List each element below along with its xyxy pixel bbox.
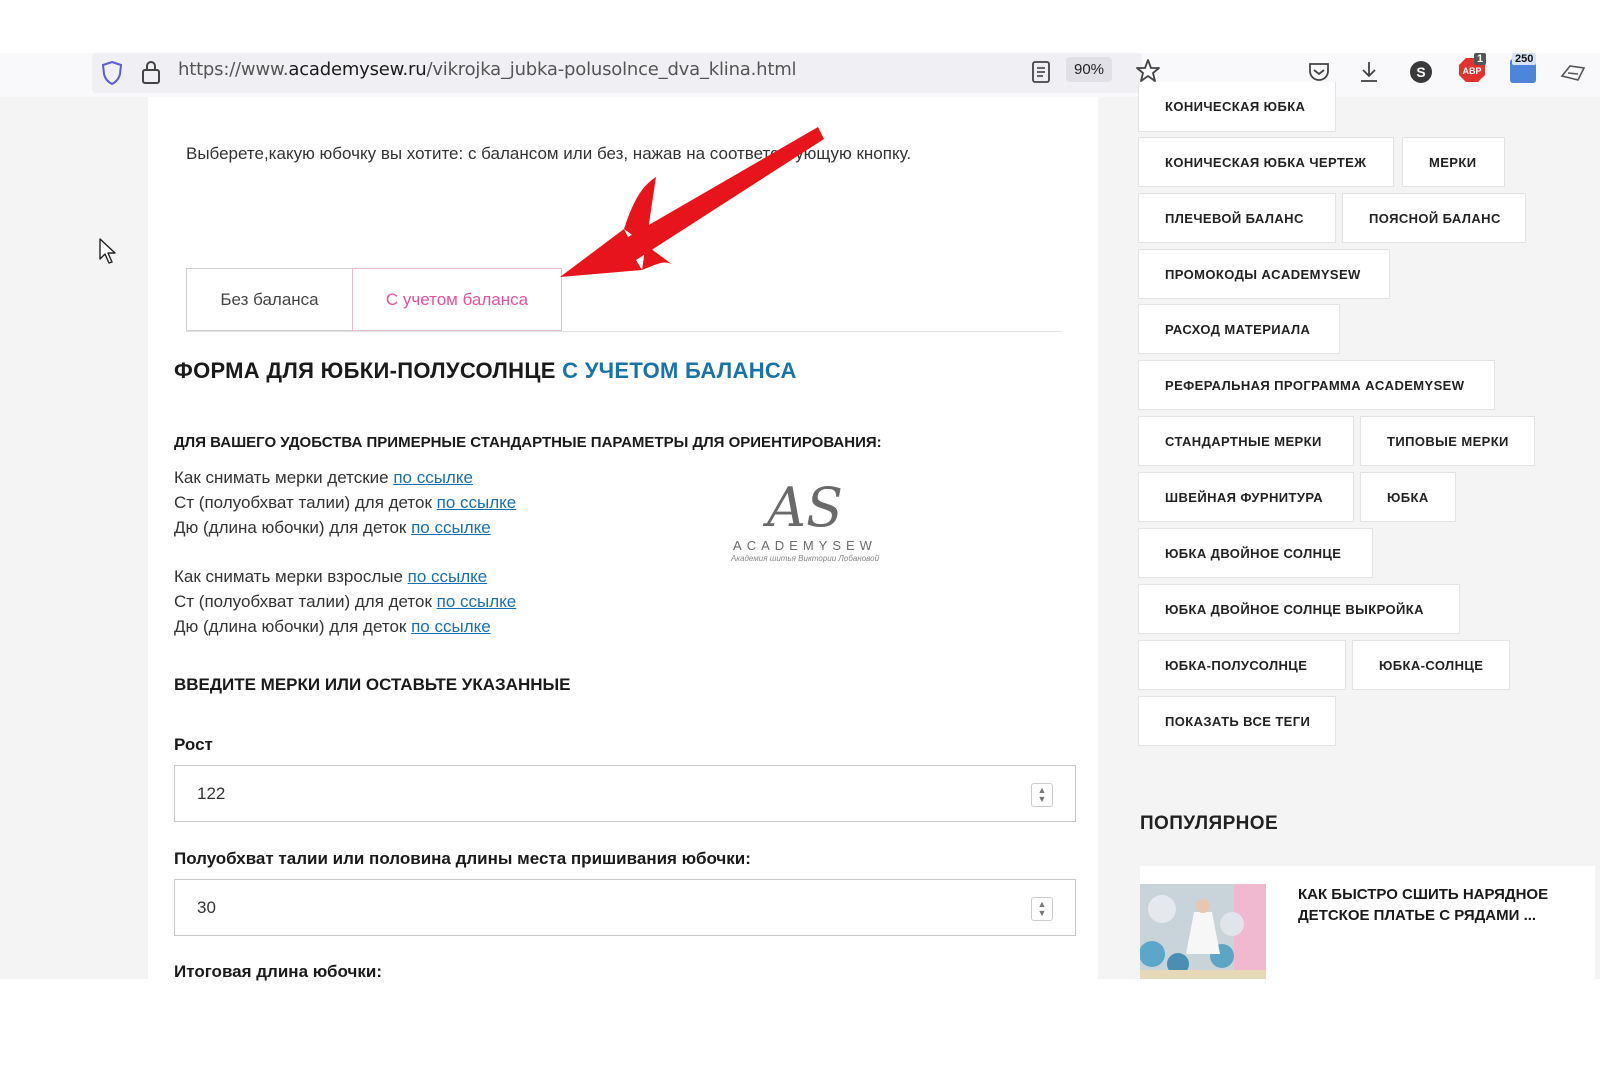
extension-counter-badge: 250 xyxy=(1512,53,1537,65)
waist-label: Полуобхват талии или половина длины мест… xyxy=(174,849,751,868)
s-extension-icon[interactable]: S xyxy=(1408,59,1434,90)
tabs-divider xyxy=(186,331,1061,332)
tag-typical-measurements[interactable]: ТИПОВЫЕ МЕРКИ xyxy=(1360,416,1535,466)
waist-value[interactable]: 30 xyxy=(197,898,216,918)
adult-measurements-block: Как снимать мерки взрослые по ссылке Ст … xyxy=(174,564,516,639)
tracking-protection-shield-icon[interactable] xyxy=(100,59,124,92)
tag-waist-balance[interactable]: ПОЯСНОЙ БАЛАНС xyxy=(1342,193,1526,243)
kids-measurements-block: Как снимать мерки детские по ссылке Ст (… xyxy=(174,465,516,540)
download-icon[interactable] xyxy=(1356,58,1382,91)
adult-waist-link[interactable]: по ссылке xyxy=(437,592,517,611)
mouse-cursor-icon xyxy=(99,238,116,264)
tag-material-consumption[interactable]: РАСХОД МАТЕРИАЛА xyxy=(1138,304,1340,354)
list-item: Ст (полуобхват талии) для деток по ссылк… xyxy=(174,592,517,611)
waist-stepper[interactable]: ▲ ▼ xyxy=(1031,897,1053,921)
tag-conical-skirt[interactable]: КОНИЧЕСКАЯ ЮБКА xyxy=(1138,82,1336,132)
tag-conical-skirt-drawing[interactable]: КОНИЧЕСКАЯ ЮБКА ЧЕРТЕЖ xyxy=(1138,137,1394,187)
academysew-watermark-logo: AS ACADEMYSEW Академия шитья Виктории Ло… xyxy=(730,476,880,564)
enter-measurements-heading: ВВЕДИТЕ МЕРКИ ИЛИ ОСТАВЬТЕ УКАЗАННЫЕ xyxy=(174,675,571,694)
popular-post-title[interactable]: КАК БЫСТРО СШИТЬ НАРЯДНОЕ ДЕТСКОЕ ПЛАТЬЕ… xyxy=(1298,884,1578,926)
form-title: ФОРМА ДЛЯ ЮБКИ-ПОЛУСОЛНЦЕ С УЧЕТОМ БАЛАН… xyxy=(174,358,797,383)
adult-measure-link[interactable]: по ссылке xyxy=(408,567,488,586)
tag-shoulder-balance[interactable]: ПЛЕЧЕВОЙ БАЛАНС xyxy=(1138,193,1336,243)
list-item: Дю (длина юбочки) для деток по ссылке xyxy=(174,518,491,537)
list-item: Как снимать мерки взрослые по ссылке xyxy=(174,567,488,586)
list-item: Дю (длина юбочки) для деток по ссылке xyxy=(174,617,491,636)
adult-length-link[interactable]: по ссылке xyxy=(411,617,491,636)
kids-waist-link[interactable]: по ссылке xyxy=(437,493,517,512)
tag-measurements[interactable]: МЕРКИ xyxy=(1402,137,1505,187)
popular-post-card[interactable]: КАК БЫСТРО СШИТЬ НАРЯДНОЕ ДЕТСКОЕ ПЛАТЬЕ… xyxy=(1140,866,1595,979)
height-stepper[interactable]: ▲ ▼ xyxy=(1031,783,1053,807)
tab-without-balance[interactable]: Без баланса xyxy=(186,268,353,331)
height-input[interactable]: 122 ▲ ▼ xyxy=(174,765,1076,822)
browser-toolbar: https://www.academysew.ru/vikrojka_jubka… xyxy=(0,53,1600,98)
chevron-down-icon[interactable]: ▼ xyxy=(1038,909,1047,918)
tag-double-sun-skirt[interactable]: ЮБКА ДВОЙНОЕ СОЛНЦЕ xyxy=(1138,528,1373,578)
tag-standard-measurements[interactable]: СТАНДАРТНЫЕ МЕРКИ xyxy=(1138,416,1354,466)
height-value[interactable]: 122 xyxy=(197,784,225,804)
reader-view-icon[interactable] xyxy=(1030,59,1052,90)
tag-sun-skirt[interactable]: ЮБКА-СОЛНЦЕ xyxy=(1352,640,1510,690)
show-all-tags-button[interactable]: ПОКАЗАТЬ ВСЕ ТЕГИ xyxy=(1138,696,1336,746)
height-label: Рост xyxy=(174,735,213,754)
tag-promocodes[interactable]: ПРОМОКОДЫ ACADEMYSEW xyxy=(1138,249,1390,299)
chevron-down-icon[interactable]: ▼ xyxy=(1038,795,1047,804)
tag-referral-program[interactable]: РЕФЕРАЛЬНАЯ ПРОГРАММА ACADEMYSEW xyxy=(1138,360,1495,410)
screenshot-tool-icon[interactable] xyxy=(1558,58,1588,91)
svg-text:S: S xyxy=(1416,64,1425,80)
svg-text:ABP: ABP xyxy=(1462,66,1481,76)
popular-post-thumbnail[interactable] xyxy=(1140,884,1266,979)
red-annotation-arrow-icon xyxy=(560,127,824,277)
kids-length-link[interactable]: по ссылке xyxy=(411,518,491,537)
waist-input[interactable]: 30 ▲ ▼ xyxy=(174,879,1076,936)
tab-with-balance[interactable]: С учетом баланса xyxy=(352,268,562,331)
list-item: Как снимать мерки детские по ссылке xyxy=(174,468,473,487)
popular-heading: ПОПУЛЯРНОЕ xyxy=(1140,813,1279,834)
tag-double-sun-skirt-pattern[interactable]: ЮБКА ДВОЙНОЕ СОЛНЦЕ ВЫКРОЙКА xyxy=(1138,584,1460,634)
final-length-label: Итоговая длина юбочки: xyxy=(174,962,383,981)
tag-skirt[interactable]: ЮБКА xyxy=(1360,472,1456,522)
standard-params-heading: ДЛЯ ВАШЕГО УДОБСТВА ПРИМЕРНЫЕ СТАНДАРТНЫ… xyxy=(174,434,882,451)
lock-icon[interactable] xyxy=(140,58,162,91)
url-text[interactable]: https://www.academysew.ru/vikrojka_jubka… xyxy=(178,59,797,80)
tag-half-sun-skirt[interactable]: ЮБКА-ПОЛУСОЛНЦЕ xyxy=(1138,640,1346,690)
kids-measure-link[interactable]: по ссылке xyxy=(393,468,473,487)
list-item: Ст (полуобхват талии) для деток по ссылк… xyxy=(174,493,517,512)
adblock-count-badge: 1 xyxy=(1474,53,1487,65)
zoom-level-badge[interactable]: 90% xyxy=(1066,57,1113,82)
tag-sewing-hardware[interactable]: ШВЕЙНАЯ ФУРНИТУРА xyxy=(1138,472,1354,522)
